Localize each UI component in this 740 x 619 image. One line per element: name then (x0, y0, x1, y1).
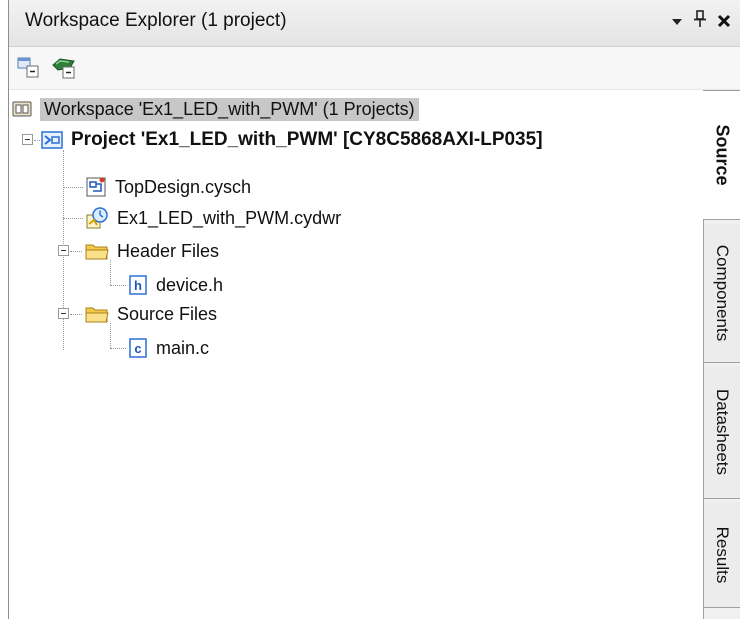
project-icon (41, 131, 63, 149)
tree-item-main-c[interactable]: c main.c (129, 334, 209, 362)
folder-icon (85, 307, 109, 323)
tree-item-label: Header Files (117, 240, 220, 261)
tree-connector (63, 187, 83, 188)
tab-label: Results (713, 526, 732, 583)
close-panel-icon[interactable] (713, 10, 735, 34)
tab-label: Source (712, 124, 732, 186)
header-file-icon: h (129, 275, 147, 295)
tab-results[interactable]: Results (704, 502, 740, 608)
folder-icon (85, 244, 109, 260)
project-tree: Workspace 'Ex1_LED_with_PWM' (1 Projects… (9, 90, 703, 619)
workspace-icon (12, 101, 32, 117)
vertical-tab-strip: Source Components Datasheets Results (703, 90, 740, 619)
project-collapse-toggle[interactable] (22, 134, 33, 145)
design-wide-resources-icon (86, 207, 108, 229)
explorer-toolbar (9, 47, 740, 90)
tree-folder-header-files[interactable]: Header Files (85, 237, 219, 265)
source-files-collapse-toggle[interactable] (58, 308, 69, 319)
tree-connector (63, 218, 83, 219)
tree-item-label: Ex1_LED_with_PWM.cydwr (117, 207, 342, 228)
c-file-icon: c (129, 338, 147, 358)
tree-item-label: TopDesign.cysch (115, 176, 252, 197)
auto-hide-pin-icon[interactable] (690, 10, 710, 34)
workspace-explorer-panel: Workspace Explorer (1 project) Workspace… (0, 0, 740, 619)
tree-connector (110, 260, 111, 285)
tree-connector (110, 348, 126, 349)
window-position-dropdown-icon[interactable] (667, 10, 687, 34)
panel-title: Workspace Explorer (1 project) (25, 10, 287, 31)
tree-item-cydwr[interactable]: Ex1_LED_with_PWM.cydwr (85, 204, 341, 232)
tab-label: Datasheets (713, 389, 732, 475)
tab-source[interactable]: Source (703, 90, 740, 220)
tree-connector (70, 314, 82, 315)
tab-datasheets[interactable]: Datasheets (704, 366, 740, 499)
tree-item-topdesign[interactable]: TopDesign.cysch (85, 173, 251, 201)
tree-item-label: main.c (156, 337, 210, 358)
build-settings-icon[interactable] (50, 55, 80, 81)
tree-connector (70, 251, 82, 252)
tree-node-workspace[interactable]: Workspace 'Ex1_LED_with_PWM' (1 Projects… (12, 95, 419, 123)
tree-item-device-h[interactable]: h device.h (129, 271, 223, 299)
schematic-icon (86, 177, 106, 197)
tab-label: Components (713, 244, 732, 342)
tree-item-label: device.h (156, 274, 224, 295)
svg-text:h: h (134, 278, 142, 293)
collapse-all-icon[interactable] (14, 55, 44, 81)
tree-connector (110, 323, 111, 348)
tree-node-project[interactable]: Project 'Ex1_LED_with_PWM' [CY8C5868AXI-… (41, 126, 543, 154)
workspace-label: Workspace 'Ex1_LED_with_PWM' (1 Projects… (40, 97, 419, 121)
tree-connector (110, 285, 126, 286)
panel-title-bar[interactable]: Workspace Explorer (1 project) (9, 0, 740, 47)
project-label: Project 'Ex1_LED_with_PWM' [CY8C5868AXI-… (71, 129, 543, 150)
tree-folder-source-files[interactable]: Source Files (85, 300, 217, 328)
tree-item-label: Source Files (117, 303, 218, 324)
tree-connector (34, 140, 40, 141)
svg-text:c: c (134, 341, 141, 356)
tab-components[interactable]: Components (704, 224, 740, 363)
header-files-collapse-toggle[interactable] (58, 245, 69, 256)
